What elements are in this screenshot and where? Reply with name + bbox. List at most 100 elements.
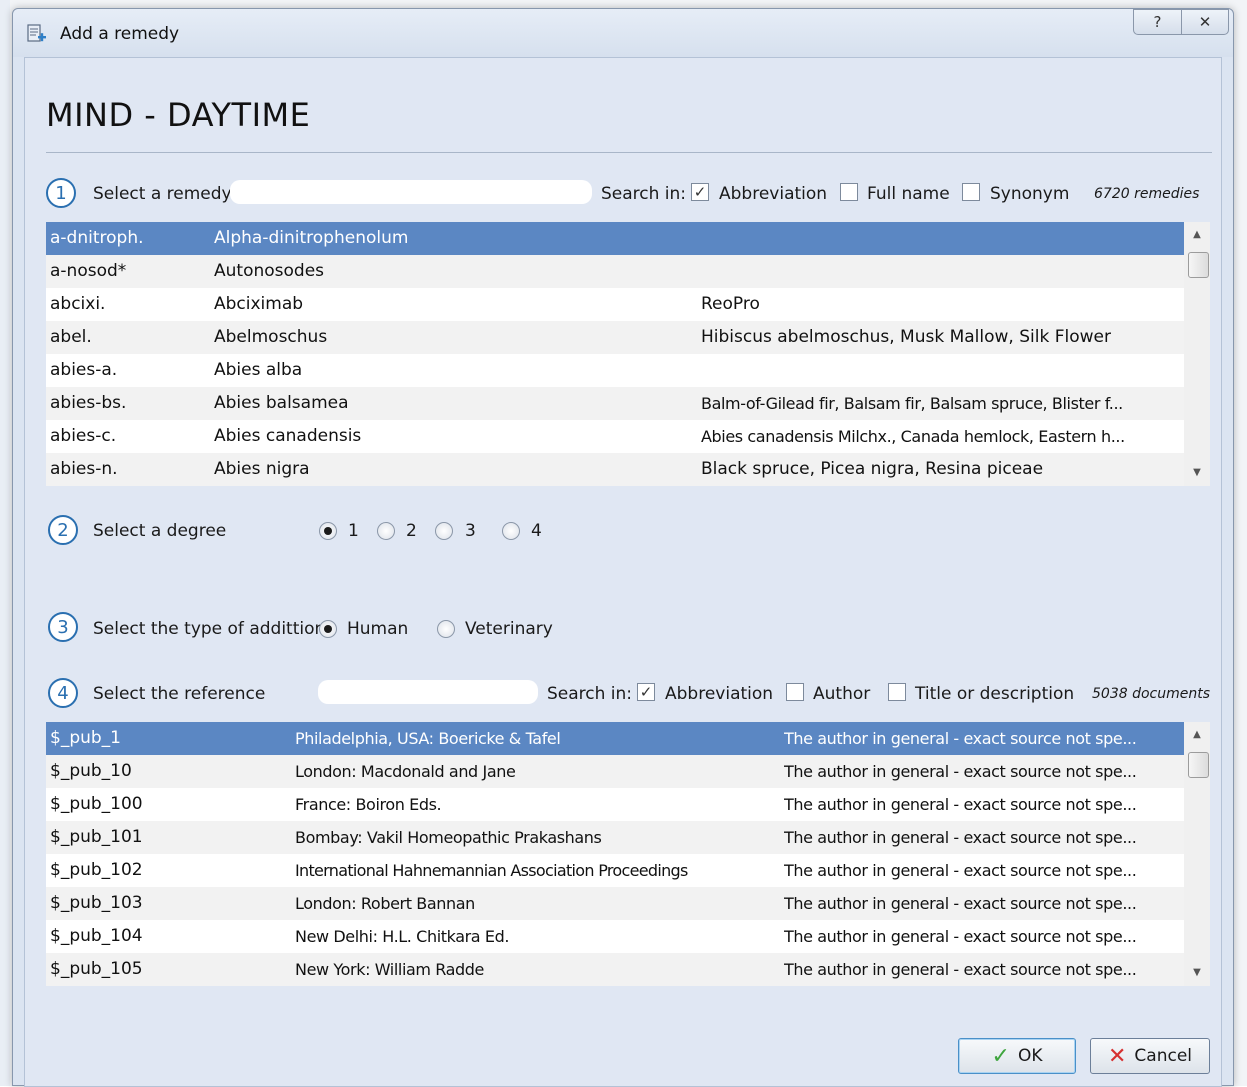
remedy-name: Abies alba xyxy=(214,360,303,380)
reference-publisher: International Hahnemannian Association P… xyxy=(295,861,688,880)
reference-list: $_pub_1 Philadelphia, USA: Boericke & Ta… xyxy=(46,722,1210,986)
step-4-circle: 4 xyxy=(48,678,78,708)
title-bar[interactable]: Add a remedy ? ✕ xyxy=(13,9,1233,57)
reference-description: The author in general - exact source not… xyxy=(784,828,1137,847)
step-2-circle: 2 xyxy=(48,515,78,545)
reference-count: 5038 documents xyxy=(1092,686,1211,702)
remedy-abbr: abcixi. xyxy=(50,294,106,314)
close-button[interactable]: ✕ xyxy=(1181,9,1229,35)
remedy-synonyms: ReoPro xyxy=(701,294,760,314)
title-bar-buttons: ? ✕ xyxy=(1133,9,1229,35)
background-strip xyxy=(0,0,10,1086)
checkbox-title-description-label: Title or description xyxy=(915,684,1075,704)
help-button[interactable]: ? xyxy=(1133,9,1181,35)
type-radio-human-label: Human xyxy=(347,619,409,639)
reference-row[interactable]: $_pub_102 International Hahnemannian Ass… xyxy=(46,854,1184,887)
scroll-down-icon[interactable]: ▼ xyxy=(1184,463,1210,483)
remedy-name: Autonosodes xyxy=(214,261,325,281)
checkbox-abbreviation[interactable]: ✓ xyxy=(691,183,709,201)
remedy-row[interactable]: abel. Abelmoschus Hibiscus abelmoschus, … xyxy=(46,321,1184,354)
remedy-name: Abies canadensis xyxy=(214,426,362,446)
reference-row[interactable]: $_pub_103 London: Robert Bannan The auth… xyxy=(46,887,1184,920)
remedy-abbr: abies-n. xyxy=(50,459,118,479)
reference-abbr: $_pub_10 xyxy=(50,761,132,781)
remedy-search-input[interactable] xyxy=(230,180,592,204)
scroll-thumb[interactable] xyxy=(1188,252,1209,278)
degree-radio-1[interactable] xyxy=(319,522,337,540)
checkbox-synonym[interactable] xyxy=(962,183,980,201)
scroll-up-icon[interactable]: ▲ xyxy=(1184,725,1210,745)
remedy-synonyms: Black spruce, Picea nigra, Resina piceae xyxy=(701,459,1044,479)
ok-button[interactable]: ✓ OK xyxy=(958,1038,1076,1074)
degree-radio-2[interactable] xyxy=(377,522,395,540)
remedy-row[interactable]: abies-a. Abies alba xyxy=(46,354,1184,387)
remedy-abbr: abel. xyxy=(50,327,92,347)
cancel-button[interactable]: ✕ Cancel xyxy=(1090,1038,1210,1074)
rubric-heading: MIND - DAYTIME xyxy=(46,96,311,134)
reference-publisher: France: Boiron Eds. xyxy=(295,795,442,814)
reference-description: The author in general - exact source not… xyxy=(784,894,1137,913)
reference-description: The author in general - exact source not… xyxy=(784,729,1137,748)
degree-radio-3[interactable] xyxy=(435,522,453,540)
reference-row[interactable]: $_pub_105 New York: William Radde The au… xyxy=(46,953,1184,986)
reference-description: The author in general - exact source not… xyxy=(784,762,1137,781)
checkbox-full-name[interactable] xyxy=(840,183,858,201)
reference-row[interactable]: $_pub_100 France: Boiron Eds. The author… xyxy=(46,788,1184,821)
heading-divider xyxy=(46,152,1212,153)
ok-button-label: OK xyxy=(1017,1046,1043,1066)
remedy-row[interactable]: a-nosod* Autonosodes xyxy=(46,255,1184,288)
reference-row[interactable]: $_pub_1 Philadelphia, USA: Boericke & Ta… xyxy=(46,722,1184,755)
remedy-row[interactable]: abies-n. Abies nigra Black spruce, Picea… xyxy=(46,453,1184,486)
remedy-row[interactable]: abies-bs. Abies balsamea Balm-of-Gilead … xyxy=(46,387,1184,420)
reference-row[interactable]: $_pub_10 London: Macdonald and Jane The … xyxy=(46,755,1184,788)
reference-abbr: $_pub_100 xyxy=(50,794,143,814)
remedy-abbr: abies-bs. xyxy=(50,393,127,413)
scroll-down-icon[interactable]: ▼ xyxy=(1184,963,1210,983)
checkbox-ref-abbreviation[interactable]: ✓ xyxy=(637,683,655,701)
reference-abbr: $_pub_102 xyxy=(50,860,143,880)
cancel-button-label: Cancel xyxy=(1134,1046,1193,1066)
remedy-search-in-label: Search in: xyxy=(601,184,687,204)
reference-abbr: $_pub_101 xyxy=(50,827,143,847)
scroll-up-icon[interactable]: ▲ xyxy=(1184,225,1210,245)
remedy-row[interactable]: abies-c. Abies canadensis Abies canadens… xyxy=(46,420,1184,453)
degree-radio-4[interactable] xyxy=(502,522,520,540)
step-3-circle: 3 xyxy=(48,612,78,642)
step-3-label: Select the type of addittion xyxy=(93,619,326,639)
cancel-x-icon: ✕ xyxy=(1107,1043,1127,1069)
remedy-row[interactable]: a-dnitroph. Alpha-dinitrophenolum xyxy=(46,222,1184,255)
checkbox-title-description[interactable] xyxy=(888,683,906,701)
reference-publisher: London: Macdonald and Jane xyxy=(295,762,516,781)
step-1-label: Select a remedy xyxy=(93,184,232,204)
reference-search-input[interactable] xyxy=(318,680,538,704)
type-radio-veterinary-label: Veterinary xyxy=(465,619,553,639)
checkbox-abbreviation-label: Abbreviation xyxy=(719,184,828,204)
remedy-name: Abies nigra xyxy=(214,459,310,479)
reference-description: The author in general - exact source not… xyxy=(784,960,1137,979)
reference-abbr: $_pub_104 xyxy=(50,926,143,946)
remedy-list: a-dnitroph. Alpha-dinitrophenolum a-noso… xyxy=(46,222,1210,486)
checkbox-synonym-label: Synonym xyxy=(990,184,1070,204)
remedy-name: Abelmoschus xyxy=(214,327,328,347)
remedy-row[interactable]: abcixi. Abciximab ReoPro xyxy=(46,288,1184,321)
reference-publisher: New Delhi: H.L. Chitkara Ed. xyxy=(295,927,510,946)
type-radio-veterinary[interactable] xyxy=(437,620,455,638)
remedy-count: 6720 remedies xyxy=(1094,186,1200,202)
remedy-name: Abciximab xyxy=(214,294,304,314)
remedy-synonyms: Balm-of-Gilead fir, Balsam fir, Balsam s… xyxy=(701,394,1123,413)
reference-publisher: New York: William Radde xyxy=(295,960,484,979)
checkbox-author[interactable] xyxy=(786,683,804,701)
reference-list-scrollbar[interactable]: ▲ ▼ xyxy=(1184,722,1210,986)
reference-row[interactable]: $_pub_104 New Delhi: H.L. Chitkara Ed. T… xyxy=(46,920,1184,953)
remedy-list-scrollbar[interactable]: ▲ ▼ xyxy=(1184,222,1210,486)
degree-radio-1-label: 1 xyxy=(348,521,359,541)
reference-abbr: $_pub_103 xyxy=(50,893,143,913)
remedy-abbr: a-dnitroph. xyxy=(50,228,144,248)
checkbox-full-name-label: Full name xyxy=(867,184,950,204)
type-radio-human[interactable] xyxy=(319,620,337,638)
reference-row[interactable]: $_pub_101 Bombay: Vakil Homeopathic Prak… xyxy=(46,821,1184,854)
scroll-thumb[interactable] xyxy=(1188,752,1209,778)
reference-abbr: $_pub_105 xyxy=(50,959,143,979)
remedy-synonyms: Hibiscus abelmoschus, Musk Mallow, Silk … xyxy=(701,327,1111,347)
degree-radio-2-label: 2 xyxy=(406,521,417,541)
